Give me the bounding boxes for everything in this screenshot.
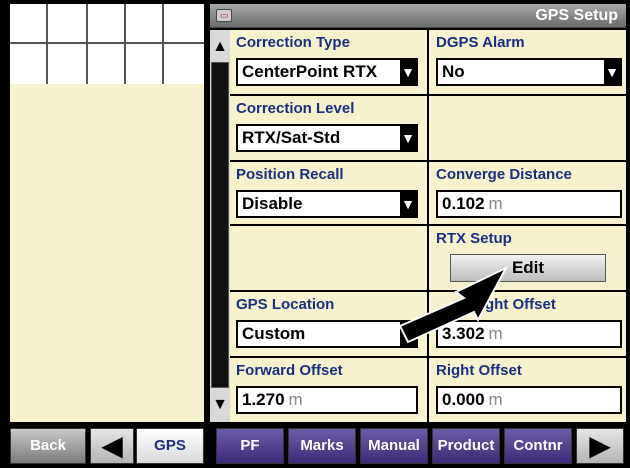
grid-divider [124, 4, 126, 84]
gps-location-label: GPS Location [236, 296, 335, 313]
gps-location-value: Custom [242, 324, 306, 343]
chevron-down-icon: ▼ [400, 60, 416, 84]
chevron-down-icon: ▼ [604, 60, 620, 84]
forward-offset-label: Forward Offset [236, 362, 343, 379]
right-offset-value: 0.000 [442, 390, 485, 409]
product-button[interactable]: Product [432, 428, 500, 464]
forward-offset-cell: Forward Offset 1.270 m [230, 358, 426, 422]
scroll-down-icon[interactable]: ▼ [210, 392, 230, 418]
run-page-grid [10, 4, 204, 84]
manual-button[interactable]: Manual [360, 428, 428, 464]
display-screen: ▭ GPS Setup ▲ ▼ Correction Type CenterPo… [0, 0, 630, 468]
pf-button[interactable]: PF [216, 428, 284, 464]
next-arrow-icon[interactable]: ▶ [576, 428, 624, 464]
previous-arrow-icon[interactable]: ◀ [90, 428, 134, 464]
converge-distance-value: 0.102 [442, 194, 485, 213]
dgps-alarm-value: No [442, 62, 465, 81]
right-offset-label: Right Offset [436, 362, 522, 379]
chevron-down-icon: ▼ [400, 192, 416, 216]
unit-label: m [488, 390, 503, 409]
bottom-softkey-bar: Back ◀ GPS PF Marks Manual Product Contn… [0, 424, 630, 468]
correction-level-value: RTX/Sat-Std [242, 128, 341, 147]
grid-divider [10, 42, 204, 44]
correction-type-value: CenterPoint RTX [242, 62, 378, 81]
forward-offset-value: 1.270 [242, 390, 285, 409]
scroll-thumb[interactable] [211, 62, 229, 388]
grid-divider [46, 4, 48, 84]
unit-label: m [488, 194, 503, 213]
position-recall-cell: Position Recall Disable ▼ [230, 162, 426, 226]
right-offset-cell: Right Offset 0.000 m [430, 358, 626, 422]
dgps-alarm-cell: DGPS Alarm No ▼ [430, 30, 626, 94]
page-title: GPS Setup [535, 7, 618, 24]
correction-type-cell: Correction Type CenterPoint RTX ▼ [230, 30, 426, 94]
back-button[interactable]: Back [10, 428, 86, 464]
chevron-down-icon: ▼ [400, 126, 416, 150]
grid-divider [162, 4, 164, 84]
contnr-button[interactable]: Contnr [504, 428, 572, 464]
correction-type-label: Correction Type [236, 34, 350, 51]
dgps-alarm-dropdown[interactable]: No ▼ [436, 58, 622, 86]
correction-level-dropdown[interactable]: RTX/Sat-Std ▼ [236, 124, 418, 152]
display-icon: ▭ [216, 9, 232, 22]
correction-type-dropdown[interactable]: CenterPoint RTX ▼ [236, 58, 418, 86]
dgps-alarm-label: DGPS Alarm [436, 34, 525, 51]
converge-distance-cell: Converge Distance 0.102 m [430, 162, 626, 226]
grid-divider [86, 4, 88, 84]
forward-offset-input[interactable]: 1.270 m [236, 386, 418, 414]
correction-level-label: Correction Level [236, 100, 355, 117]
marks-button[interactable]: Marks [288, 428, 356, 464]
gps-setup-panel: Correction Type CenterPoint RTX ▼ DGPS A… [230, 30, 626, 422]
rtx-setup-label: RTX Setup [436, 230, 512, 247]
callout-arrow-icon [398, 265, 509, 344]
right-offset-input[interactable]: 0.000 m [436, 386, 622, 414]
left-panel [10, 84, 204, 422]
position-recall-dropdown[interactable]: Disable ▼ [236, 190, 418, 218]
position-recall-value: Disable [242, 194, 303, 213]
title-bar: ▭ GPS Setup [210, 4, 626, 28]
converge-distance-label: Converge Distance [436, 166, 572, 183]
tab-gps[interactable]: GPS [136, 428, 204, 464]
scrollbar[interactable]: ▲ ▼ [210, 30, 230, 422]
unit-label: m [288, 390, 303, 409]
position-recall-label: Position Recall [236, 166, 344, 183]
column-divider [427, 30, 429, 422]
scroll-up-icon[interactable]: ▲ [210, 34, 230, 60]
correction-level-cell: Correction Level RTX/Sat-Std ▼ [230, 96, 426, 160]
converge-distance-input[interactable]: 0.102 m [436, 190, 622, 218]
